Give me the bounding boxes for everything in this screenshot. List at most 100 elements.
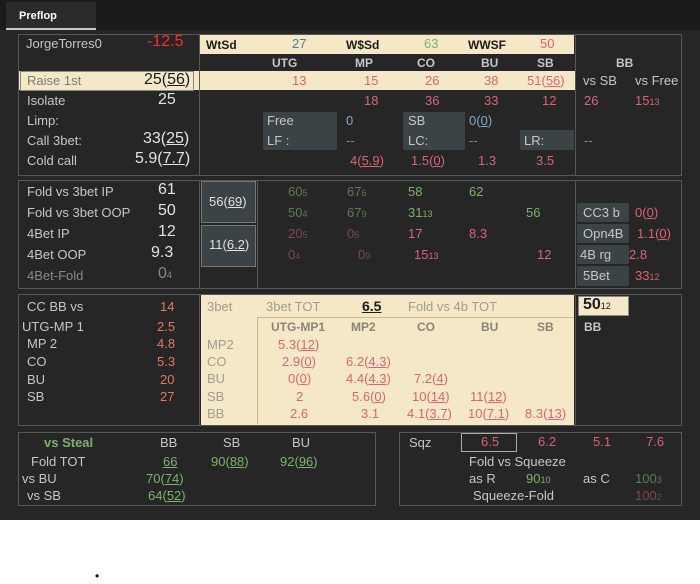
preflop-stats-panel: Preflop JorgeTorres0 -12.5 WtSd 27 W$Sd … [0, 0, 700, 520]
wwsf-label: WWSF [468, 38, 506, 52]
col-bu: BU [481, 56, 499, 70]
vs-sb-steal-label: vs SB [27, 488, 61, 503]
cc-bb-row-bu: BU [27, 372, 46, 387]
fold-3bet-ip-mp: 676 [347, 184, 367, 199]
limp-free-value: 0 [346, 113, 354, 128]
bullet-mark: • [95, 569, 100, 583]
limp-sb-label: SB [408, 113, 426, 128]
3bet-label: 3bet [207, 299, 233, 314]
lc-value: -- [469, 133, 478, 148]
vs-free-label: vs Free [635, 73, 679, 88]
cc-bb-row-utg-mp1-val: 2.5 [157, 319, 176, 334]
vs-steal-col-bu: BU [292, 435, 311, 450]
4bet-oop-sb: 12 [537, 247, 552, 262]
cold-call-co: 1.5(0) [411, 153, 445, 168]
4bet-ip-value: 12 [158, 223, 176, 240]
5bet-label: 5Bet [583, 268, 610, 283]
fold-tot-sb: 90(88) [211, 454, 249, 469]
cc-bb-row-co: CO [27, 354, 47, 369]
wtsd-label: WtSd [206, 38, 237, 52]
matrix-sb-utg: 2 [296, 389, 304, 404]
cc-bb-row-co-val: 5.3 [157, 354, 176, 369]
cc-bb-row-utg-mp1: UTG-MP 1 [22, 319, 84, 334]
lf-value: -- [346, 133, 355, 148]
4bet-total: 11(6.2) [209, 237, 250, 252]
raise-first-mp: 15 [364, 73, 379, 88]
col-mp: MP [355, 56, 373, 70]
4bet-oop-co: 1513 [414, 247, 439, 262]
4bet-ip-bu: 8.3 [469, 226, 488, 241]
4bet-oop-mp: 09 [358, 247, 371, 262]
4bet-fold-label: 4Bet-Fold [27, 268, 84, 283]
lf-label: LF : [267, 133, 290, 148]
vs-bu-bb: 70(74) [146, 471, 184, 486]
limp-free-label: Free [267, 113, 294, 128]
wssd-label: W$Sd [346, 38, 380, 52]
cc3b-value: 0(0) [635, 205, 659, 220]
raise-first-bu: 38 [484, 73, 499, 88]
4bet-ip-co: 17 [408, 226, 423, 241]
isolate-bb-vs-sb: 26 [584, 93, 599, 108]
fold-tot-bu: 92(96) [280, 454, 318, 469]
fold-3bet-ip-co: 58 [408, 184, 423, 199]
isolate-value: 25 [158, 91, 176, 108]
isolate-bb-vs-free: 1513 [635, 93, 660, 108]
cc-bb-label: CC BB vs [27, 299, 84, 314]
fold-3bet-ip-utg-cnt: 5 [302, 188, 308, 198]
squeeze-fold-label: Squeeze-Fold [473, 488, 554, 503]
matrix-col-utg-mp1: UTG-MP1 [271, 320, 325, 334]
wwsf-value: 50 [540, 36, 555, 51]
col-co: CO [417, 56, 435, 70]
matrix-co-utg: 2.9(0) [282, 354, 316, 369]
fold-3bet-ip-value: 61 [158, 181, 176, 198]
header-stats-band [199, 35, 574, 54]
tab-bar: Preflop [0, 0, 700, 30]
matrix-row-mp2: MP2 [207, 337, 234, 352]
cc-bb-row-sb-val: 27 [160, 389, 175, 404]
matrix-sb-co: 10(14) [412, 389, 450, 404]
matrix-sb-bu: 11(12) [470, 389, 507, 404]
wtsd-value: 27 [292, 36, 307, 51]
fold-3bet-oop-mp: 679 [347, 205, 367, 220]
matrix-bb-co: 4.1(3.7) [407, 406, 452, 421]
call-3bet-label: Call 3bet: [27, 133, 82, 148]
isolate-sb: 12 [542, 93, 557, 108]
lr-label: LR: [524, 133, 545, 148]
matrix-col-bb: BB [584, 320, 602, 334]
fold-3bet-ip-bu: 62 [469, 184, 484, 199]
4b-range-value: 2.8 [629, 247, 648, 262]
squeeze-total: 6.5 [481, 434, 500, 449]
cc-bb-row-bu-val: 20 [160, 372, 175, 387]
raise-first-value: 25(56) [144, 71, 191, 88]
col-bb: BB [616, 56, 634, 70]
squeeze-val-3: 5.1 [593, 434, 612, 449]
cold-call-mp: 4(5.9) [350, 153, 384, 168]
matrix-bu-co: 7.2(4) [414, 371, 448, 386]
cc3b-label: CC3 b [583, 205, 620, 220]
vs-sb-label: vs SB [583, 73, 617, 88]
raise-first-sb: 51(56) [527, 73, 565, 88]
wssd-value: 63 [424, 36, 439, 51]
matrix-bb-bu: 10(7.1) [468, 406, 510, 421]
isolate-label: Isolate [27, 93, 66, 108]
tab-preflop[interactable]: Preflop [6, 2, 96, 30]
matrix-col-sb: SB [537, 320, 554, 334]
matrix-mp2-utg: 5.3(12) [278, 337, 320, 352]
4bet-ip-mp: 05 [347, 226, 360, 241]
4bet-oop-value: 9.3 [151, 244, 174, 261]
fold-3bet-ip-mp-cnt: 6 [361, 188, 367, 198]
fold-3bet-oop-co: 3113 [408, 205, 433, 220]
squeeze-val-4: 7.6 [646, 434, 665, 449]
matrix-co-mp: 6.2(4.3) [346, 354, 391, 369]
cc-bb-row-mp2: MP 2 [27, 336, 58, 351]
fold-tot-label: Fold TOT [31, 454, 86, 469]
4bet-oop-utg: 04 [288, 247, 301, 262]
matrix-sb-mp: 5.6(0) [352, 389, 386, 404]
cc-bb-value: 14 [160, 299, 175, 314]
fold-3bet-oop-label: Fold vs 3bet OOP [27, 205, 131, 220]
limp-label: Limp: [27, 113, 59, 128]
vs-steal-col-sb: SB [223, 435, 241, 450]
raise-first-utg: 13 [292, 73, 307, 88]
fold-3bet-ip-label: Fold vs 3bet IP [27, 184, 114, 199]
4bet-oop-label: 4Bet OOP [27, 247, 87, 262]
